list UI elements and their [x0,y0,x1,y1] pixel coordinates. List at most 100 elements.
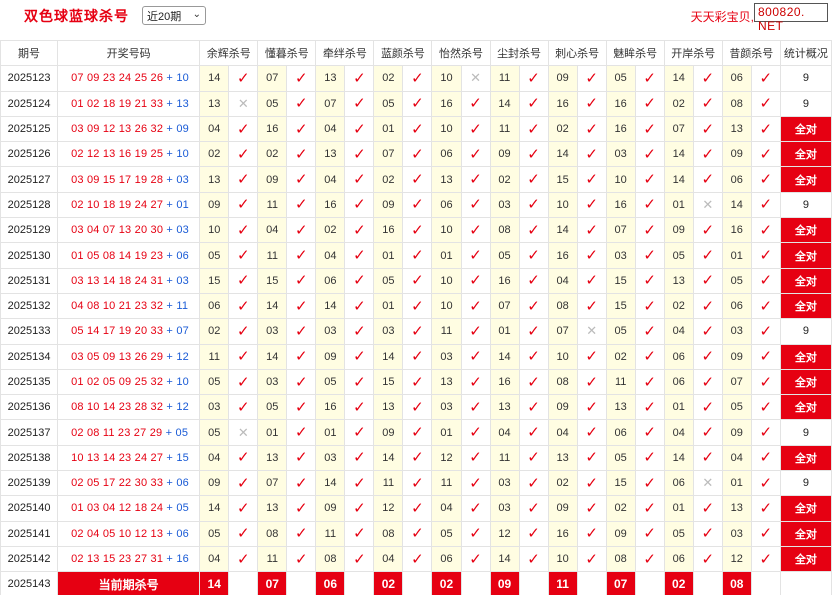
issue-number: 2025137 [0,419,59,446]
kill-result: ✓ [576,495,607,522]
kill-number: 16 [257,115,288,143]
kill-number: 16 [605,191,636,219]
kill-result: ✓ [518,65,549,92]
check-icon: ✓ [295,145,308,163]
blue-ball: 10 [176,376,189,388]
plus-sign: + [166,401,174,414]
current-stat-blank [779,571,832,595]
kill-result: ✓ [634,267,665,294]
check-icon: ✓ [759,474,773,492]
kill-table: 期号 开奖号码 余辉杀号 懂暮杀号 牵绊杀号 蓝颜杀号 怡然杀号 尘封杀号 刺心杀号 魅眸杀号 开岸… [0,39,832,595]
kill-result: ✓ [460,318,491,345]
check-icon: ✓ [411,322,424,340]
red-balls: 08 10 14 23 28 32 [71,401,164,414]
kill-result: ✓ [286,470,317,497]
red-balls: 02 12 13 16 19 25 [71,148,164,161]
table-row: 2025139 02 05 17 22 30 33 + 06 09 ✓ 07 ✓ 14 ✓ 11… [0,470,832,497]
kill-result: ✓ [402,267,433,294]
kill-result: ✓ [344,191,375,219]
kill-number: 14 [315,292,346,320]
kill-result: ✓ [344,545,375,573]
draw-numbers: 08 10 14 23 28 32 + 12 [57,394,201,421]
check-icon: ✓ [643,348,656,366]
check-icon: ✓ [236,196,250,214]
kill-number: 09 [721,141,752,168]
kill-result: ✓ [692,444,723,472]
kill-number: 02 [199,318,230,345]
column-header: 蓝颜杀号 [373,39,433,67]
stat-summary: 全对 [779,267,832,294]
plus-sign: + [166,249,174,262]
red-balls: 03 09 12 13 26 32 [71,123,164,136]
check-icon: ✓ [411,449,424,467]
brand-site-link[interactable]: 800820. NET [754,3,828,33]
check-icon: ✓ [585,196,598,214]
check-icon: ✓ [701,171,715,189]
kill-number: 09 [373,191,404,219]
check-icon: ✓ [527,69,540,87]
check-icon: ✓ [585,373,598,391]
kill-number: 05 [373,267,404,294]
kill-number: 08 [489,217,520,244]
column-header: 余辉杀号 [199,39,259,67]
plus-sign: + [166,527,174,540]
kill-number: 14 [663,141,694,168]
period-select[interactable]: 近20期 ⌄ [142,6,206,25]
kill-result: ✓ [576,166,607,193]
stat-summary: 全对 [779,292,832,320]
check-icon: ✓ [643,449,656,467]
current-kill-blank [228,571,259,595]
column-header: 牵绊杀号 [315,39,375,67]
kill-number: 01 [663,495,694,522]
kill-number: 16 [489,267,520,294]
kill-result: ✓ [460,115,491,143]
kill-result: ✕ [460,65,491,92]
kill-number: 14 [663,65,694,92]
kill-result: ✓ [518,141,549,168]
kill-result: ✓ [228,318,259,345]
check-icon: ✓ [411,398,424,416]
issue-number: 2025126 [0,141,59,168]
check-icon: ✓ [759,297,773,315]
kill-result: ✓ [460,90,491,117]
kill-result: ✓ [576,470,607,497]
kill-number: 16 [373,217,404,244]
kill-result: ✓ [460,343,491,370]
kill-number: 10 [431,217,462,244]
kill-number: 05 [315,368,346,396]
kill-number: 11 [315,520,346,547]
check-icon: ✓ [701,145,715,163]
kill-number: 04 [199,444,230,472]
kill-number: 05 [721,394,752,421]
kill-number: 13 [721,115,752,143]
kill-number: 06 [663,368,694,396]
blue-ball: 15 [176,451,189,464]
red-balls: 01 05 08 14 19 23 [71,249,164,262]
kill-result: ✓ [692,90,723,117]
kill-number: 15 [605,470,636,497]
kill-result: ✓ [692,115,723,143]
check-icon: ✓ [411,221,424,239]
check-icon: ✓ [527,474,540,492]
check-icon: ✓ [469,171,482,189]
issue-number: 2025142 [0,545,59,573]
draw-numbers: 02 05 17 22 30 33 + 06 [57,470,201,497]
stat-summary: 9 [779,470,832,497]
check-icon: ✓ [469,120,482,138]
kill-result: ✓ [228,267,259,294]
check-icon: ✓ [295,550,308,568]
check-icon: ✓ [353,297,366,315]
kill-result: ✓ [286,292,317,320]
kill-result: ✓ [634,191,665,219]
kill-number: 02 [257,141,288,168]
kill-result: ✓ [750,419,781,446]
table-row: 2025128 02 10 18 19 24 27 + 01 09 ✓ 11 ✓ 16 ✓ 09… [0,191,832,219]
kill-number: 16 [431,90,462,117]
kill-number: 06 [663,343,694,370]
check-icon: ✓ [527,120,540,138]
check-icon: ✓ [585,424,598,442]
kill-result: ✓ [750,520,781,547]
issue-number: 2025128 [0,191,59,219]
kill-result: ✓ [344,217,375,244]
kill-result: ✓ [692,394,723,421]
